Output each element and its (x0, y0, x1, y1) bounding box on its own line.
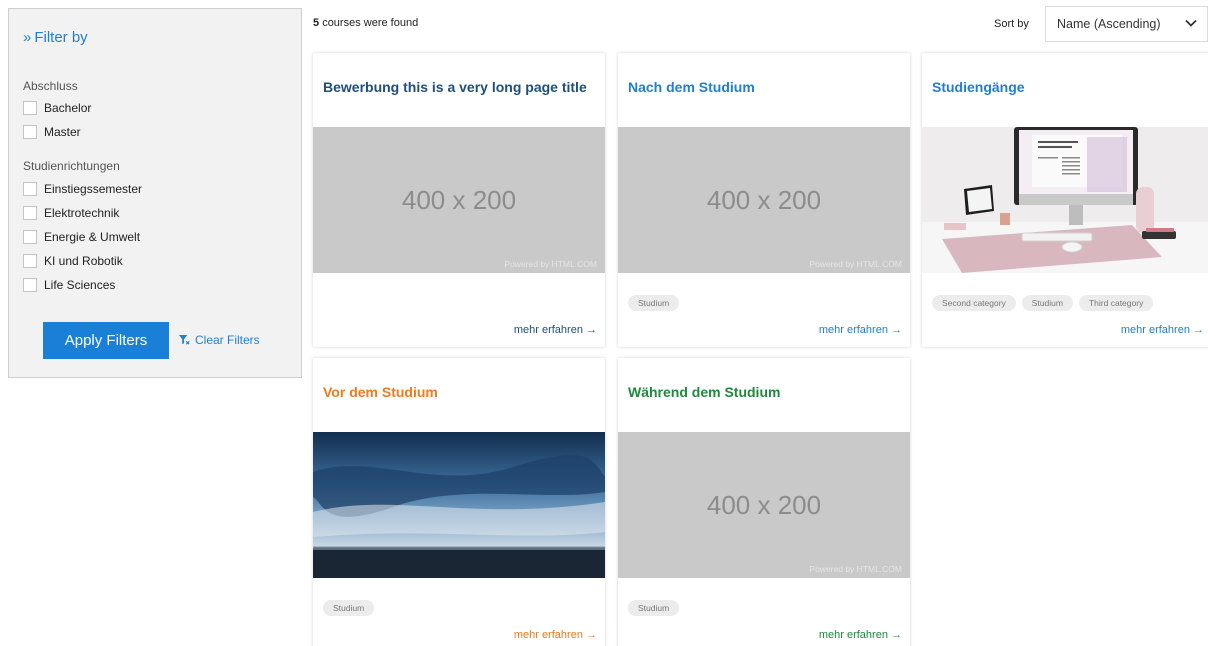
checkbox-box[interactable] (23, 254, 37, 268)
checkbox-elektrotechnik[interactable]: Elektrotechnik (23, 206, 119, 220)
sort-selected-value: Name (Ascending) (1057, 17, 1161, 31)
course-card: Nach dem Studium 400 x 200 Powered by HT… (618, 53, 910, 347)
checkbox-label: Master (44, 125, 81, 139)
checkbox-label: Einstiegssemester (44, 182, 143, 196)
apply-filters-button[interactable]: Apply Filters (43, 322, 169, 359)
card-image: 400 x 200 Powered by HTML.COM (313, 127, 605, 273)
placeholder-image: 400 x 200 Powered by HTML.COM (618, 432, 910, 578)
placeholder-size-text: 400 x 200 (401, 185, 517, 215)
course-card: Studiengänge Second category Studium Thi… (922, 53, 1208, 347)
filter-clear-icon (179, 334, 190, 345)
clear-filters-link[interactable]: Clear Filters (179, 333, 260, 347)
checkbox-einstiegssemester[interactable]: Einstiegssemester (23, 182, 142, 196)
more-link[interactable]: mehr erfahren → (819, 324, 902, 336)
tag[interactable]: Third category (1078, 295, 1154, 311)
placeholder-powered-by: Powered by HTML.COM (809, 259, 902, 269)
checkbox-label: Energie & Umwelt (44, 230, 141, 244)
tag[interactable]: Studium (323, 600, 375, 616)
tag[interactable]: Studium (1021, 295, 1073, 311)
more-link[interactable]: mehr erfahren → (1121, 324, 1204, 336)
desk-photo-illustration (922, 127, 1208, 273)
card-image: 400 x 200 Powered by HTML.COM (618, 432, 910, 578)
card-title[interactable]: Vor dem Studium (323, 384, 438, 400)
card-title[interactable]: Nach dem Studium (628, 79, 755, 95)
placeholder-image: 400 x 200 Powered by HTML.COM (618, 127, 910, 273)
group-label-studienrichtungen: Studienrichtungen (23, 159, 120, 173)
course-card: Vor dem Studium Studium mehr erfahren → (313, 358, 605, 646)
double-chevron-right-icon: » (23, 29, 31, 46)
checkbox-box[interactable] (23, 278, 37, 292)
checkbox-master[interactable]: Master (23, 125, 81, 139)
checkbox-box[interactable] (23, 101, 37, 115)
filter-title: » Filter by (23, 29, 88, 46)
checkbox-life-sciences[interactable]: Life Sciences (23, 278, 115, 292)
checkbox-energie-umwelt[interactable]: Energie & Umwelt (23, 230, 140, 244)
checkbox-label: KI und Robotik (44, 254, 123, 268)
checkbox-label: Life Sciences (44, 278, 116, 292)
tag[interactable]: Second category (932, 295, 1016, 311)
result-count: 5 courses were found (313, 17, 418, 29)
checkbox-ki-robotik[interactable]: KI und Robotik (23, 254, 123, 268)
sort-label: Sort by (994, 18, 1029, 30)
tag-list: Studium (628, 295, 680, 311)
tag-list: Studium (323, 600, 375, 616)
tag[interactable]: Studium (628, 295, 680, 311)
result-count-number: 5 (313, 17, 320, 29)
checkbox-box[interactable] (23, 206, 37, 220)
tag-list: Second category Studium Third category (932, 295, 1154, 311)
tag[interactable]: Studium (628, 600, 680, 616)
card-title[interactable]: Während dem Studium (628, 384, 780, 400)
filter-panel: » Filter by Abschluss Bachelor Master St… (8, 8, 302, 378)
placeholder-powered-by: Powered by HTML.COM (809, 564, 902, 574)
course-card: Bewerbung this is a very long page title… (313, 53, 605, 347)
chevron-down-icon (1185, 19, 1197, 27)
more-link[interactable]: mehr erfahren → (514, 324, 597, 336)
more-link[interactable]: mehr erfahren → (514, 629, 597, 641)
checkbox-box[interactable] (23, 182, 37, 196)
group-label-abschluss: Abschluss (23, 79, 78, 93)
placeholder-size-text: 400 x 200 (706, 185, 822, 215)
card-title[interactable]: Studiengänge (932, 79, 1025, 95)
checkbox-label: Bachelor (44, 101, 92, 115)
placeholder-size-text: 400 x 200 (706, 490, 822, 520)
sea-photo-illustration (313, 432, 605, 578)
checkbox-label: Elektrotechnik (44, 206, 120, 220)
sea-photo (313, 432, 605, 578)
card-image: 400 x 200 Powered by HTML.COM (618, 127, 910, 273)
result-count-text: courses were found (322, 17, 419, 29)
checkbox-box[interactable] (23, 125, 37, 139)
more-link[interactable]: mehr erfahren → (819, 629, 902, 641)
checkbox-bachelor[interactable]: Bachelor (23, 101, 91, 115)
desk-photo (922, 127, 1208, 273)
course-card: Während dem Studium 400 x 200 Powered by… (618, 358, 910, 646)
clear-filters-label: Clear Filters (195, 333, 260, 347)
placeholder-powered-by: Powered by HTML.COM (504, 259, 597, 269)
checkbox-box[interactable] (23, 230, 37, 244)
card-title[interactable]: Bewerbung this is a very long page title (323, 79, 587, 95)
filter-title-text: Filter by (34, 29, 88, 46)
sort-select[interactable]: Name (Ascending) (1045, 6, 1208, 42)
tag-list: Studium (628, 600, 680, 616)
placeholder-image: 400 x 200 Powered by HTML.COM (313, 127, 605, 273)
